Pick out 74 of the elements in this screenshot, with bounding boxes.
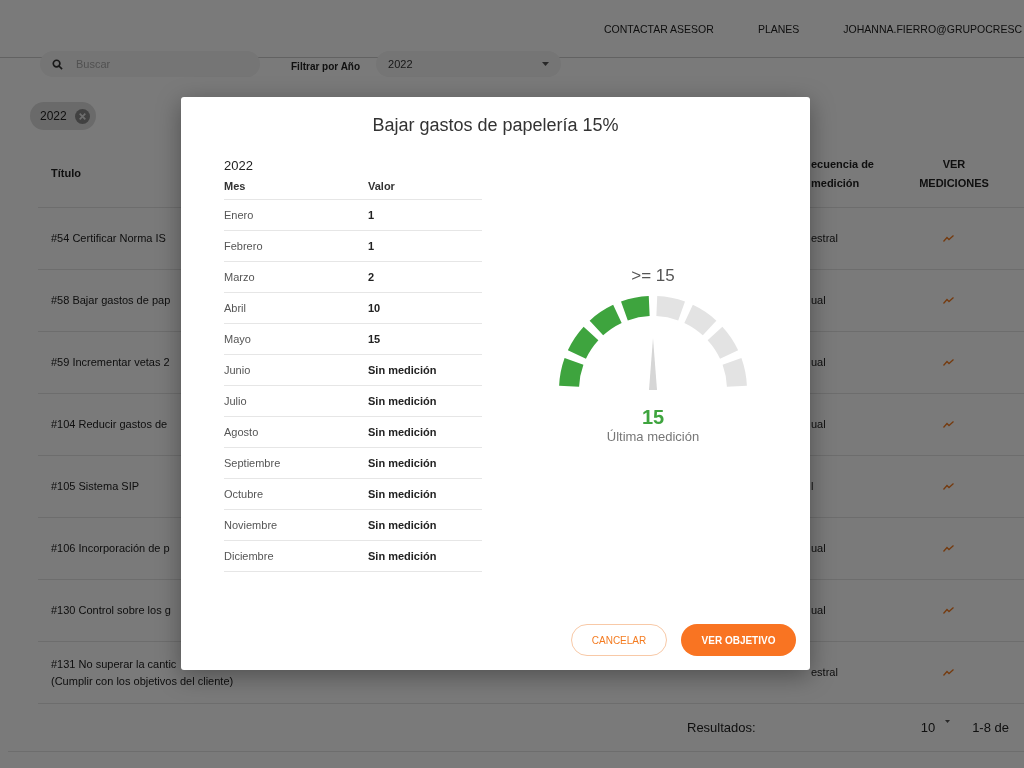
target-label: >= 15 [631,266,675,286]
column-header: Valor [368,180,395,192]
table-cell-text: l [811,479,815,495]
gauge-value: 15 [641,406,665,429]
close-icon[interactable] [74,108,90,124]
nav-link[interactable]: CONTACTAR ASESOR [604,22,714,35]
column-header: ecuencia de medición [811,156,875,191]
trend-icon[interactable] [942,669,954,676]
table-cell: #105 Sistema SIP [51,480,140,493]
month-cell-text: Octubre [224,488,265,500]
value-cell: Sin medición [368,519,437,531]
nav-link[interactable]: JOHANNA.FIERRO@GRUPOCRESC [843,22,1022,35]
table-cell: #130 Control sobre los g [51,604,171,617]
modal-title: Bajar gastos de papelería 15% [371,115,620,136]
cancel-button[interactable]: CANCELAR [571,624,667,656]
table-cell-text: ual [811,603,827,619]
nav-link[interactable]: PLANES [757,22,800,35]
table-cell: #58 Bajar gastos de pap [51,294,171,307]
year-heading: 2022 [224,158,254,173]
month-cell-text: Agosto [224,426,260,438]
table-cell: #54 Certificar Norma IS [51,232,166,245]
table-cell: #59 Incrementar vetas 2 [51,356,170,369]
month-cell-text: Diciembre [224,550,275,562]
filter-label: Filtrar por Año [291,60,361,72]
filter-chip[interactable]: 2022 [30,102,96,130]
month-cell-text: Mayo [224,333,252,345]
table-cell: #106 Incorporación de p [51,542,170,555]
column-header: Mes [224,180,247,192]
month-cell-text: Febrero [224,240,264,252]
month-cell-text: Junio [224,364,252,376]
trend-icon[interactable] [942,359,954,366]
trend-icon[interactable] [942,545,954,552]
table-cell: #131 No superar la cantic (Cumplir con los objetivos del cliente) [51,658,234,687]
primary-button[interactable]: VER OBJETIVO [681,624,796,656]
trend-icon[interactable] [942,297,954,304]
month-cell-text: Abril [224,302,247,314]
table-cell-text: ual [811,541,827,557]
month-cell-text: Marzo [224,271,256,283]
value-cell: 1 [368,240,375,252]
value-cell: 1 [368,209,375,221]
value-cell: Sin medición [368,364,437,376]
month-cell-text: Julio [224,395,248,407]
value-cell: 10 [368,302,381,314]
month-cell-text: Noviembre [224,519,279,531]
table-cell-text: ual [811,293,827,309]
gauge-caption: Última medición [606,429,700,444]
table-cell-text: estral [811,665,839,681]
trend-icon[interactable] [942,607,954,614]
month-cell-text: Septiembre [224,457,282,469]
value-cell: Sin medición [368,457,437,469]
caret-icon [945,720,951,723]
column-header: Título [51,167,81,180]
table-cell-text: estral [811,231,839,247]
value-cell: Sin medición [368,395,437,407]
results-label: Resultados: [687,720,756,735]
table-cell-text: ual [811,355,827,371]
table-cell: #104 Reducir gastos de [51,418,168,431]
table-cell-text: ual [811,417,827,433]
column-header: VER MEDICIONES [918,156,990,191]
value-cell: Sin medición [368,550,437,562]
month-cell-text: Enero [224,209,255,221]
value-cell: 2 [368,271,375,283]
page-range: 1-8 de [972,720,1009,735]
trend-icon[interactable] [942,421,954,428]
caret-icon [542,62,550,66]
value-cell: Sin medición [368,426,437,438]
trend-icon[interactable] [942,483,954,490]
year-select[interactable]: 2022 [376,51,562,77]
value-cell: 15 [368,333,381,345]
trend-icon[interactable] [942,235,954,242]
value-cell: Sin medición [368,488,437,500]
per-page-select[interactable]: 10 [920,720,951,735]
search-icon [52,59,63,70]
chip-label: 2022 [40,109,67,123]
